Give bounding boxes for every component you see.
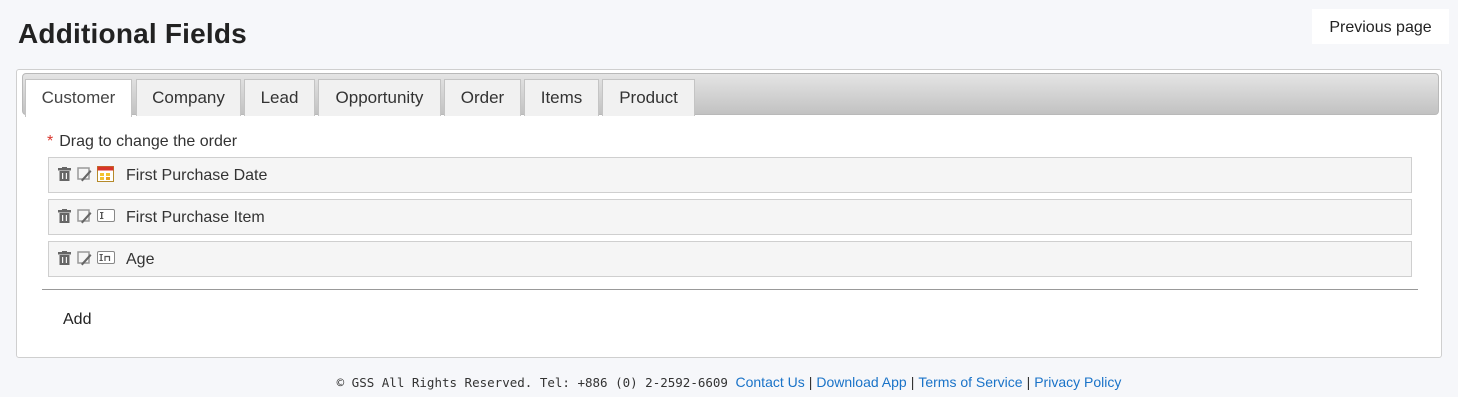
- edit-pencil-icon[interactable]: [77, 167, 92, 182]
- contact-us-link[interactable]: Contact Us: [736, 374, 805, 390]
- tab-customer[interactable]: Customer: [25, 79, 132, 117]
- tab-product[interactable]: Product: [602, 79, 695, 116]
- integer-field-icon: [97, 251, 115, 264]
- tab-lead[interactable]: Lead: [244, 79, 315, 116]
- field-label: Age: [126, 251, 155, 268]
- text-field-icon: [97, 209, 115, 222]
- tab-order[interactable]: Order: [444, 79, 521, 116]
- download-app-link[interactable]: Download App: [816, 374, 906, 390]
- drag-hint: * Drag to change the order: [47, 133, 237, 151]
- footer-copyright: © GSS All Rights Reserved. Tel: +886 (0)…: [336, 375, 728, 390]
- edit-pencil-icon[interactable]: [77, 209, 92, 224]
- tab-company[interactable]: Company: [136, 79, 241, 116]
- fields-panel: Customer Company Lead Opportunity Order …: [16, 69, 1442, 358]
- trash-icon[interactable]: [57, 167, 72, 182]
- footer: © GSS All Rights Reserved. Tel: +886 (0)…: [0, 374, 1458, 390]
- divider: [42, 289, 1418, 290]
- trash-icon[interactable]: [57, 209, 72, 224]
- privacy-policy-link[interactable]: Privacy Policy: [1034, 374, 1121, 390]
- footer-separator: |: [1026, 374, 1031, 390]
- edit-pencil-icon[interactable]: [77, 251, 92, 266]
- tab-opportunity[interactable]: Opportunity: [318, 79, 441, 116]
- previous-page-button[interactable]: Previous page: [1312, 9, 1449, 44]
- drag-hint-text: Drag to change the order: [59, 133, 238, 150]
- footer-separator: |: [910, 374, 915, 390]
- field-label: First Purchase Date: [126, 167, 268, 184]
- field-label: First Purchase Item: [126, 209, 265, 226]
- field-row[interactable]: First Purchase Item: [48, 199, 1412, 235]
- calendar-icon: [97, 166, 114, 182]
- field-row[interactable]: Age: [48, 241, 1412, 277]
- page-title: Additional Fields: [18, 18, 247, 49]
- required-mark: *: [47, 133, 54, 150]
- tab-items[interactable]: Items: [524, 79, 599, 116]
- footer-separator: |: [808, 374, 813, 390]
- field-row[interactable]: First Purchase Date: [48, 157, 1412, 193]
- terms-of-service-link[interactable]: Terms of Service: [918, 374, 1022, 390]
- trash-icon[interactable]: [57, 251, 72, 266]
- add-field-button[interactable]: Add: [63, 311, 91, 329]
- tab-bar: Customer Company Lead Opportunity Order …: [22, 73, 1439, 117]
